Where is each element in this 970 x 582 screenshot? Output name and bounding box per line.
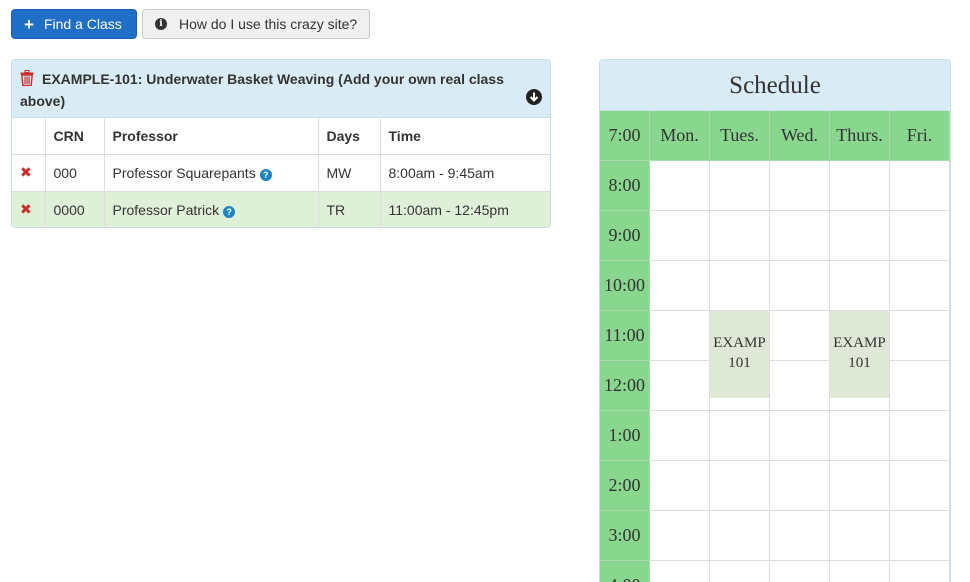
time-label: 12:00 [600, 361, 650, 411]
day-header-tue: Tues. [710, 111, 770, 161]
header-time: Time [380, 118, 550, 155]
find-class-label: Find a Class [43, 16, 122, 32]
schedule-cell[interactable] [710, 161, 770, 211]
professor-cell: Professor Patrick? [104, 191, 319, 227]
schedule-cell[interactable] [830, 161, 890, 211]
schedule-cell[interactable] [830, 461, 890, 511]
schedule-cell[interactable] [650, 461, 710, 511]
schedule-cell[interactable] [770, 261, 830, 311]
remove-icon[interactable]: ✖ [20, 164, 32, 180]
schedule-cell[interactable] [650, 411, 710, 461]
schedule-cell[interactable] [890, 361, 950, 411]
trash-icon[interactable] [20, 70, 34, 91]
find-class-button[interactable]: + Find a Class [11, 9, 137, 39]
table-header-row: CRN Professor Days Time [12, 118, 550, 155]
time-label: 7:00 [600, 111, 650, 161]
schedule-cell[interactable] [890, 311, 950, 361]
help-label: How do I use this crazy site? [179, 16, 358, 32]
days-cell: MW [318, 154, 381, 192]
schedule-cell[interactable] [710, 211, 770, 261]
schedule-cell[interactable] [650, 161, 710, 211]
schedule-cell[interactable] [890, 261, 950, 311]
schedule-panel: Schedule 7:00 Mon. Tues. Wed. Thurs. Fri… [599, 59, 951, 582]
schedule-cell[interactable] [770, 311, 830, 361]
schedule-cell[interactable] [830, 211, 890, 261]
event-block-tue[interactable]: EXAMP 101 [710, 311, 769, 398]
remove-icon[interactable]: ✖ [20, 201, 32, 217]
sections-table: CRN Professor Days Time ✖ 000 Professor … [12, 118, 550, 227]
schedule-cell[interactable] [890, 411, 950, 461]
schedule-cell[interactable] [710, 261, 770, 311]
time-label: 9:00 [600, 211, 650, 261]
schedule-cell[interactable] [890, 461, 950, 511]
schedule-cell[interactable] [650, 261, 710, 311]
schedule-cell[interactable] [770, 411, 830, 461]
schedule-cell[interactable] [830, 411, 890, 461]
schedule-cell[interactable] [770, 161, 830, 211]
time-label: 4:00 [600, 561, 650, 582]
schedule-cell[interactable] [830, 511, 890, 561]
schedule-cell[interactable] [770, 461, 830, 511]
schedule-cell[interactable] [770, 511, 830, 561]
schedule-title: Schedule [600, 60, 950, 111]
header-professor: Professor [104, 118, 319, 155]
chevron-down-circle-icon[interactable] [526, 89, 542, 105]
header-crn: CRN [45, 118, 105, 155]
time-label: 2:00 [600, 461, 650, 511]
schedule-cell[interactable] [710, 561, 770, 582]
table-row[interactable]: ✖ 000 Professor Squarepants? MW 8:00am -… [12, 154, 550, 192]
schedule-cell[interactable] [890, 561, 950, 582]
schedule-cell[interactable] [890, 161, 950, 211]
time-cell: 11:00am - 12:45pm [380, 191, 550, 227]
schedule-cell[interactable] [650, 311, 710, 361]
time-label: 11:00 [600, 311, 650, 361]
course-panel: EXAMPLE-101: Underwater Basket Weaving (… [11, 59, 551, 228]
schedule-cell[interactable] [770, 561, 830, 582]
time-label: 3:00 [600, 511, 650, 561]
schedule-cell[interactable] [710, 411, 770, 461]
course-panel-header[interactable]: EXAMPLE-101: Underwater Basket Weaving (… [12, 60, 550, 118]
schedule-cell[interactable] [890, 511, 950, 561]
time-label: 10:00 [600, 261, 650, 311]
event-code: EXAMP [833, 335, 886, 351]
day-header-thu: Thurs. [830, 111, 890, 161]
schedule-cell[interactable] [650, 511, 710, 561]
schedule-cell[interactable] [650, 211, 710, 261]
schedule-cell[interactable] [650, 361, 710, 411]
help-icon[interactable]: ? [259, 168, 272, 181]
schedule-cell[interactable] [650, 561, 710, 582]
event-number: 101 [848, 355, 871, 371]
time-label: 8:00 [600, 161, 650, 211]
help-button[interactable]: i How do I use this crazy site? [142, 9, 370, 39]
professor-name: Professor Squarepants [112, 164, 256, 181]
crn-cell: 000 [45, 154, 105, 192]
day-header-mon: Mon. [650, 111, 710, 161]
day-header-fri: Fri. [890, 111, 950, 161]
professor-name: Professor Patrick [112, 201, 220, 218]
schedule-cell[interactable] [710, 461, 770, 511]
schedule-cell[interactable] [890, 211, 950, 261]
event-number: 101 [728, 355, 751, 371]
schedule-cell[interactable] [710, 511, 770, 561]
days-cell: TR [318, 191, 381, 227]
event-block-thu[interactable]: EXAMP 101 [830, 311, 889, 398]
schedule-cell[interactable] [770, 361, 830, 411]
plus-icon: + [24, 14, 34, 34]
schedule-cell[interactable] [770, 211, 830, 261]
course-title: EXAMPLE-101: Underwater Basket Weaving (… [20, 71, 504, 109]
day-header-wed: Wed. [770, 111, 830, 161]
time-cell: 8:00am - 9:45am [380, 154, 550, 192]
professor-cell: Professor Squarepants? [104, 154, 319, 192]
schedule-grid: 7:00 Mon. Tues. Wed. Thurs. Fri. 8:00 9:0… [600, 111, 950, 582]
help-icon[interactable]: ? [223, 205, 236, 218]
time-label: 1:00 [600, 411, 650, 461]
crn-cell: 0000 [45, 191, 105, 227]
table-row[interactable]: ✖ 0000 Professor Patrick? TR 11:00am - 1… [12, 191, 550, 227]
event-code: EXAMP [713, 335, 766, 351]
info-icon: i [155, 18, 167, 30]
header-days: Days [318, 118, 381, 155]
schedule-cell[interactable] [830, 561, 890, 582]
header-remove [12, 118, 46, 155]
schedule-cell[interactable] [830, 261, 890, 311]
